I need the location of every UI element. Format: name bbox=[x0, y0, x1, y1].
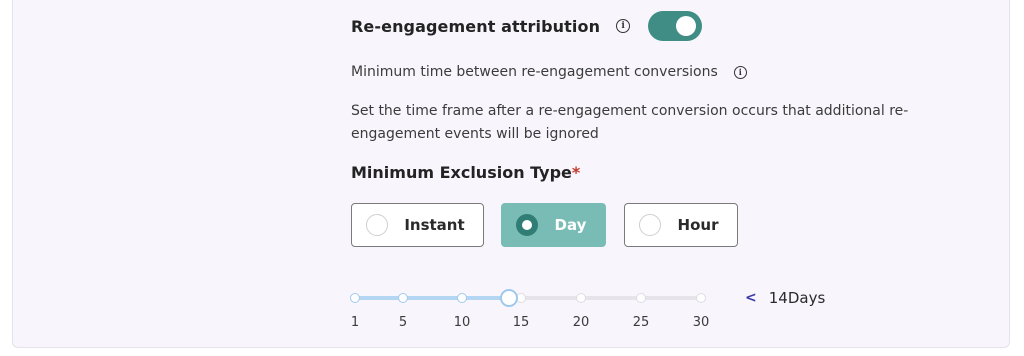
exclusion-type-label: Minimum Exclusion Type* bbox=[351, 163, 581, 182]
slider-track-fill bbox=[355, 296, 510, 300]
slider-tick-label: 10 bbox=[453, 315, 471, 330]
slider-tick-label: 30 bbox=[692, 315, 710, 330]
slider-tick[interactable] bbox=[350, 293, 360, 303]
description-text: Set the time frame after a re-engagement… bbox=[351, 103, 909, 142]
min-time-header: Minimum time between re-engagement conve… bbox=[351, 60, 747, 84]
slider-tick[interactable] bbox=[636, 293, 646, 303]
required-asterisk: * bbox=[571, 163, 581, 182]
option-instant[interactable]: Instant bbox=[351, 203, 484, 247]
attribution-title: Re-engagement attribution bbox=[351, 16, 601, 36]
info-icon[interactable]: i bbox=[616, 19, 631, 33]
attribution-toggle[interactable] bbox=[648, 11, 703, 41]
option-label: Instant bbox=[404, 216, 465, 234]
slider-tick-label: 20 bbox=[572, 315, 590, 330]
option-hour[interactable]: Hour bbox=[624, 203, 738, 247]
min-time-label: Minimum time between re-engagement conve… bbox=[351, 64, 718, 80]
slider-tick[interactable] bbox=[576, 293, 586, 303]
days-slider[interactable]: 1 5 10 15 20 25 30 bbox=[350, 285, 711, 335]
option-label: Day bbox=[554, 216, 587, 234]
attribution-header: Re-engagement attribution i bbox=[351, 11, 703, 41]
slider-tick[interactable] bbox=[457, 293, 467, 303]
option-day[interactable]: Day bbox=[501, 203, 606, 247]
slider-value-display: < 14Days bbox=[745, 289, 825, 307]
toggle-knob bbox=[676, 16, 697, 36]
slider-value: 14Days bbox=[768, 289, 826, 307]
option-label: Hour bbox=[677, 216, 719, 234]
slider-tick-label: 1 bbox=[350, 315, 360, 330]
slider-tick-label: 25 bbox=[632, 315, 650, 330]
slider-tick[interactable] bbox=[398, 293, 408, 303]
info-icon[interactable]: i bbox=[733, 65, 747, 79]
slider-thumb[interactable] bbox=[500, 289, 519, 307]
slider-tick[interactable] bbox=[696, 293, 706, 303]
slider-tick-label: 15 bbox=[512, 315, 530, 330]
chevron-left-icon[interactable]: < bbox=[745, 290, 757, 306]
slider-tick-label: 5 bbox=[398, 315, 408, 330]
